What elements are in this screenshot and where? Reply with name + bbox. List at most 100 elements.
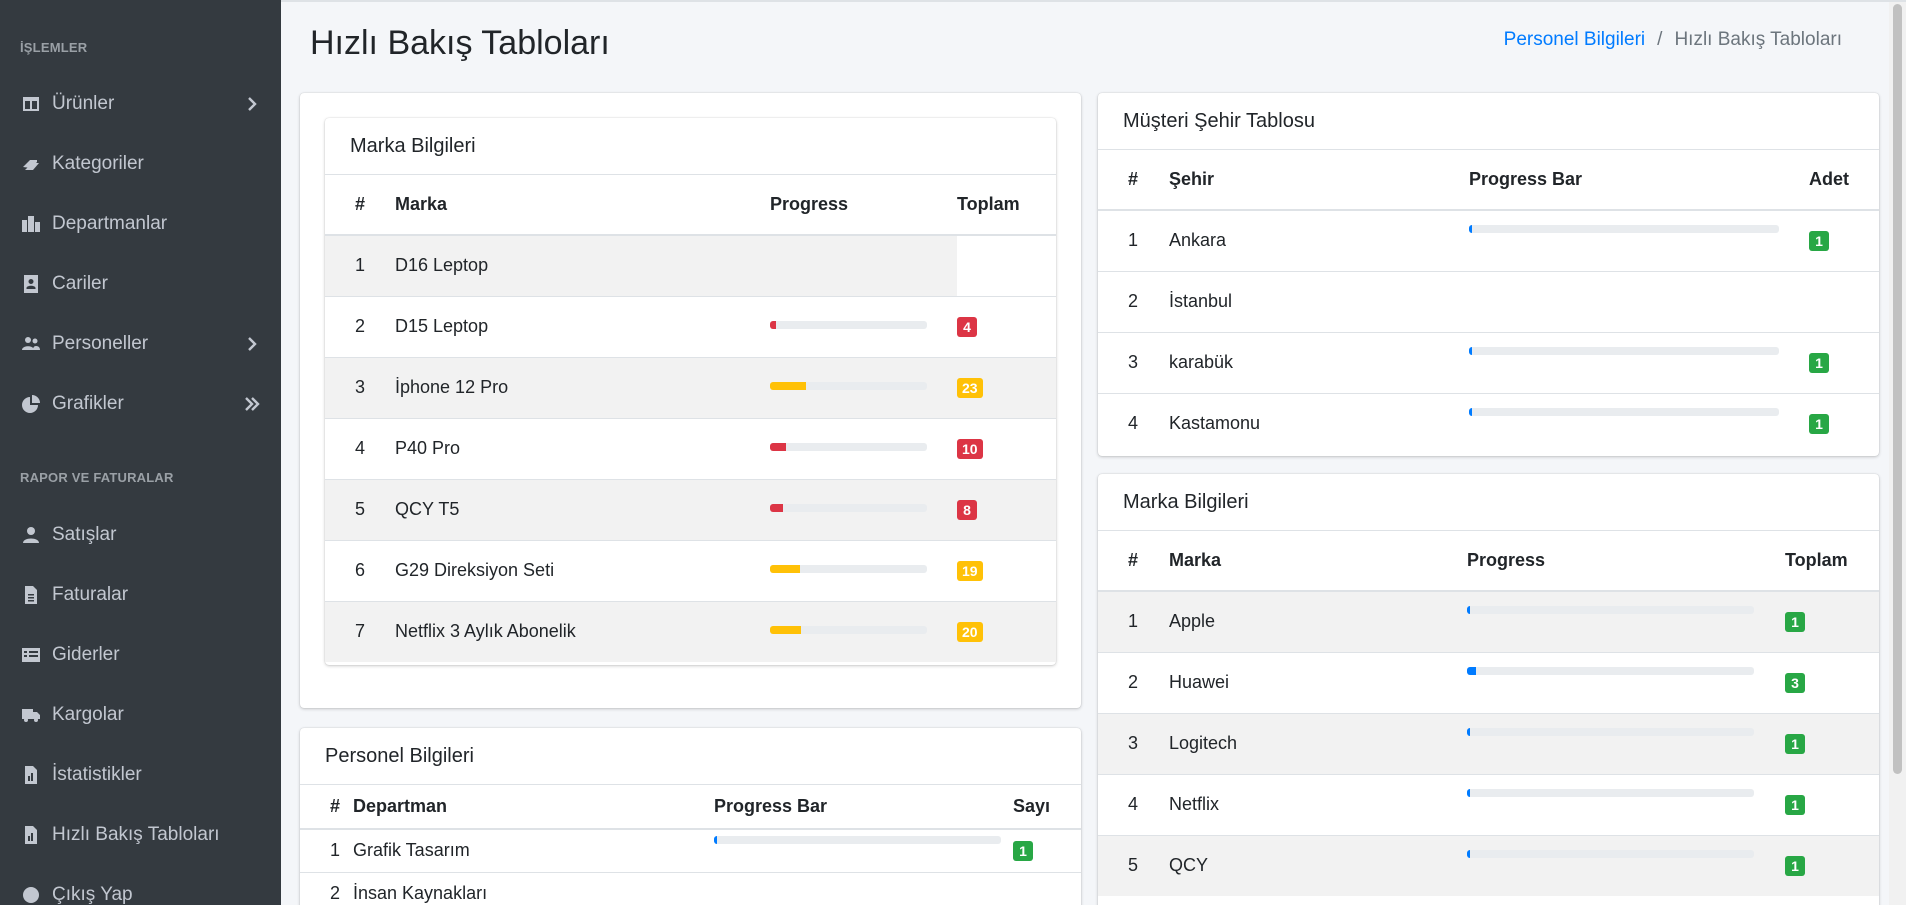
progress-fill	[770, 381, 807, 390]
count-badge: 1	[1785, 795, 1805, 815]
address-card-icon	[20, 273, 42, 295]
row-number: 3	[1098, 331, 1169, 393]
marka1-col-header: Marka	[395, 175, 770, 236]
sidebar-item-rep-2[interactable]: Giderler	[0, 625, 281, 685]
city-table: # Şehir Progress Bar Adet 1 Ankara 1 2 İstanbul…	[1098, 150, 1879, 454]
sehir-col-header: Progress Bar	[1469, 150, 1809, 211]
progress-bar	[1469, 225, 1779, 233]
progress-fill	[1467, 606, 1470, 614]
row-name: Ankara	[1169, 209, 1469, 271]
row-number: 1	[300, 828, 353, 872]
marka2-col-header: #	[1098, 531, 1169, 592]
scrollbar-thumb[interactable]	[1893, 4, 1902, 774]
row-progress-cell	[714, 871, 1013, 905]
sidebar-menu-operations: Ürünler Kategoriler Departmanlar Cariler Per…	[0, 74, 281, 434]
row-number: 6	[325, 539, 395, 601]
page-title: Hızlı Bakış Tabloları	[310, 24, 610, 62]
sidebar-section-operations: İŞLEMLER	[20, 40, 88, 55]
sidebar-item-label: Hızlı Bakış Tabloları	[52, 824, 220, 845]
row-progress-cell	[1469, 209, 1809, 271]
city-card: Müşteri Şehir Tablosu # Şehir Progress Bar…	[1098, 93, 1879, 456]
row-progress-cell	[714, 828, 1013, 872]
sidebar-item-ops-1[interactable]: Kategoriler	[0, 134, 281, 194]
row-count-cell	[957, 234, 1056, 296]
personel-row: 2 İnsan Kaynakları	[300, 871, 1081, 905]
marka1-col-header: Toplam	[957, 175, 1056, 236]
sidebar-item-rep-1[interactable]: Faturalar	[0, 565, 281, 625]
sidebar-item-ops-5[interactable]: Grafikler	[0, 374, 281, 434]
sidebar-item-rep-5[interactable]: Hızlı Bakış Tabloları	[0, 805, 281, 865]
sidebar-item-rep-3[interactable]: Kargolar	[0, 685, 281, 745]
progress-bar	[1469, 407, 1779, 416]
brand-card-2: Marka Bilgileri # Marka Progress Toplam 1 Ap…	[1098, 474, 1879, 905]
sidebar-item-ops-3[interactable]: Cariler	[0, 254, 281, 314]
marka1-row: 2 D15 Leptop 4	[325, 295, 1056, 357]
row-count-cell: 1	[1809, 392, 1879, 454]
count-badge: 19	[957, 561, 983, 581]
row-name: P40 Pro	[395, 417, 770, 479]
sidebar-section-reports: RAPOR VE FATURALAR	[20, 470, 174, 485]
page-scrollbar[interactable]	[1889, 2, 1906, 905]
row-number: 3	[1098, 712, 1169, 774]
count-badge: 1	[1809, 231, 1829, 252]
row-name: İphone 12 Pro	[395, 356, 770, 418]
progress-fill	[1469, 225, 1473, 233]
chevron-right-icon	[243, 95, 261, 113]
row-number: 7	[325, 600, 395, 662]
outer-card-left: Marka Bilgileri # Marka Progress Toplam 1 D1…	[300, 93, 1081, 708]
sidebar-item-rep-0[interactable]: Satışlar	[0, 505, 281, 565]
row-number: 2	[325, 295, 395, 357]
double-chevron-right-icon	[243, 395, 261, 413]
row-progress-cell	[1467, 651, 1785, 713]
marka1-col-header: Progress	[770, 175, 957, 236]
row-number: 5	[1098, 834, 1169, 896]
marka1-row: 5 QCY T5 8	[325, 478, 1056, 540]
row-number: 2	[1098, 651, 1169, 713]
progress-bar	[770, 564, 927, 573]
progress-fill	[1467, 666, 1476, 675]
row-number: 4	[1098, 773, 1169, 835]
count-badge: 1	[1809, 353, 1829, 373]
row-count-cell: 1	[1013, 828, 1081, 872]
personel-col-header: Progress Bar	[714, 785, 1013, 830]
count-badge: 1	[1013, 841, 1033, 862]
sehir-row: 3 karabük 1	[1098, 331, 1879, 393]
personel-card-title: Personel Bilgileri	[300, 728, 1081, 785]
personel-table: # Departman Progress Bar Sayı 1 Grafik Tasar…	[300, 785, 1081, 905]
row-progress-cell	[770, 539, 957, 601]
sehir-row: 1 Ankara 1	[1098, 209, 1879, 271]
progress-fill	[1467, 788, 1470, 797]
brand-table: # Marka Progress Toplam 1 D16 Leptop 2 D15 Lep…	[325, 175, 1056, 662]
progress-fill	[714, 836, 717, 844]
row-name: Grafik Tasarım	[353, 828, 714, 872]
sidebar-item-ops-4[interactable]: Personeller	[0, 314, 281, 374]
marka1-col-header: #	[325, 175, 395, 236]
sidebar-item-ops-0[interactable]: Ürünler	[0, 74, 281, 134]
progress-fill	[770, 503, 783, 512]
row-name: İstanbul	[1169, 270, 1469, 332]
marka1-row: 7 Netflix 3 Aylık Abonelik 20	[325, 600, 1056, 662]
progress-fill	[770, 564, 800, 573]
row-count-cell: 1	[1785, 712, 1879, 774]
count-badge: 3	[1785, 673, 1805, 693]
marka2-row: 3 Logitech 1	[1098, 712, 1879, 774]
sidebar-item-label: Satışlar	[52, 524, 117, 545]
file-chart-icon	[20, 764, 42, 786]
progress-bar	[770, 381, 927, 390]
sidebar-item-rep-6[interactable]: Çıkış Yap	[0, 865, 281, 905]
row-name: Apple	[1169, 590, 1467, 652]
sidebar-item-ops-2[interactable]: Departmanlar	[0, 194, 281, 254]
row-name: QCY	[1169, 834, 1467, 896]
marka1-row: 4 P40 Pro 10	[325, 417, 1056, 479]
row-number: 2	[1098, 270, 1169, 332]
sidebar-item-label: Giderler	[52, 644, 120, 665]
brand-card-2-title: Marka Bilgileri	[1098, 474, 1879, 531]
users-icon	[20, 333, 42, 355]
breadcrumb-link-personel[interactable]: Personel Bilgileri	[1504, 29, 1646, 51]
marka2-row: 4 Netflix 1	[1098, 773, 1879, 835]
progress-fill	[1469, 346, 1473, 355]
row-count-cell: 8	[957, 478, 1056, 540]
sidebar-item-rep-4[interactable]: İstatistikler	[0, 745, 281, 805]
progress-bar	[714, 836, 1001, 844]
row-count-cell: 1	[1785, 773, 1879, 835]
